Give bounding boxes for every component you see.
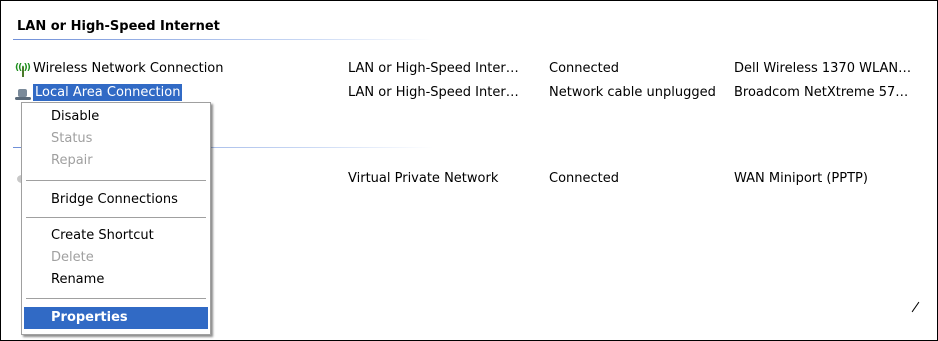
connection-type: Virtual Private Network — [348, 171, 499, 186]
connection-row-local-area[interactable]: Local Area Connection LAN or High-Speed … — [1, 83, 937, 103]
connection-type: LAN or High-Speed Inter… — [348, 85, 519, 100]
connection-device: Broadcom NetXtreme 57… — [734, 85, 909, 100]
wireless-network-icon: ((·)) — [15, 61, 33, 77]
network-connections-window: LAN or High-Speed Internet ((·)) Wireles… — [0, 0, 938, 341]
context-menu: Disable Status Repair Bridge Connections… — [21, 102, 211, 335]
menu-separator — [26, 298, 206, 299]
menu-item-disable[interactable]: Disable — [24, 106, 208, 128]
lan-connection-icon — [15, 85, 33, 101]
connection-name-cell[interactable]: Local Area Connection — [15, 83, 183, 104]
connection-name: Wireless Network Connection — [33, 61, 224, 76]
connection-status: Connected — [549, 61, 620, 76]
menu-item-rename[interactable]: Rename — [24, 269, 208, 291]
group-divider — [13, 39, 433, 40]
menu-item-status: Status — [51, 131, 93, 146]
connection-row-wireless[interactable]: ((·)) Wireless Network Connection LAN or… — [1, 59, 937, 79]
connection-status: Connected — [549, 171, 620, 186]
cursor-fragment — [911, 301, 920, 313]
menu-separator — [26, 217, 206, 218]
menu-separator — [26, 180, 206, 181]
menu-item-bridge-connections[interactable]: Bridge Connections — [24, 189, 208, 211]
menu-item-create-shortcut[interactable]: Create Shortcut — [24, 225, 208, 247]
group-header-lan: LAN or High-Speed Internet — [17, 19, 220, 34]
menu-item-repair: Repair — [51, 153, 93, 168]
menu-item-properties[interactable]: Properties — [24, 307, 208, 329]
connection-device: Dell Wireless 1370 WLAN… — [734, 61, 912, 76]
connection-type: LAN or High-Speed Inter… — [348, 61, 519, 76]
connection-device: WAN Miniport (PPTP) — [734, 171, 868, 186]
connection-name: Local Area Connection — [33, 84, 183, 101]
connection-status: Network cable unplugged — [549, 85, 716, 100]
connection-name-cell[interactable]: ((·)) Wireless Network Connection — [15, 59, 224, 80]
menu-item-delete: Delete — [51, 250, 94, 265]
